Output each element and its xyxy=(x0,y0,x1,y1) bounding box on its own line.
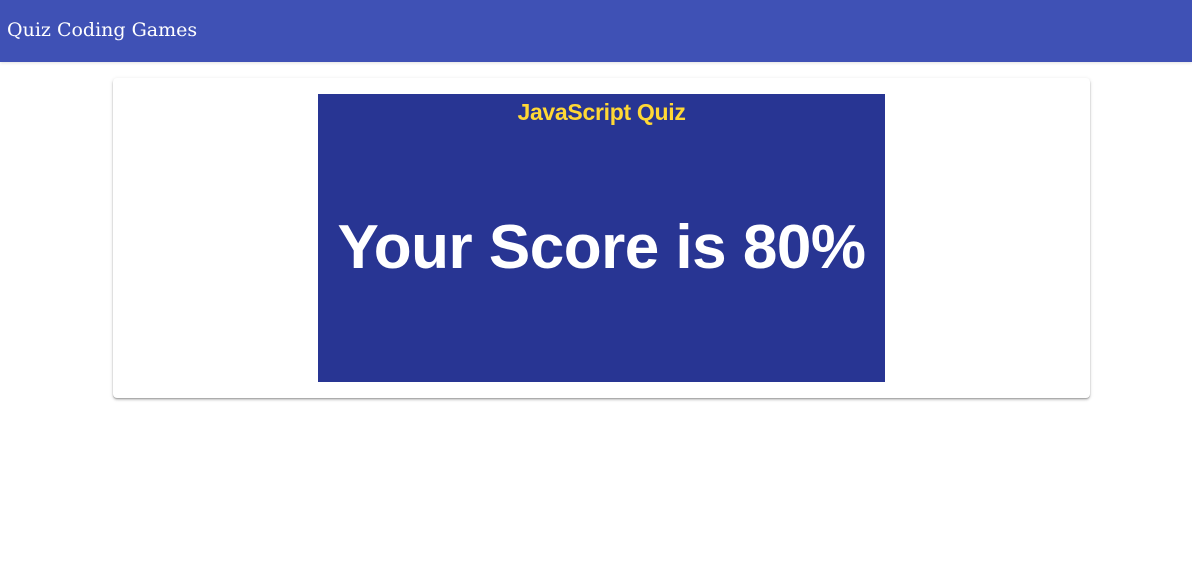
score-text: Your Score is 80% xyxy=(337,213,866,282)
quiz-result-panel: JavaScript Quiz Your Score is 80% xyxy=(318,94,885,382)
app-title: Quiz Coding Games xyxy=(7,19,198,41)
result-card: JavaScript Quiz Your Score is 80% xyxy=(113,78,1090,398)
app-bar: Quiz Coding Games xyxy=(0,0,1192,62)
quiz-title: JavaScript Quiz xyxy=(517,99,686,125)
